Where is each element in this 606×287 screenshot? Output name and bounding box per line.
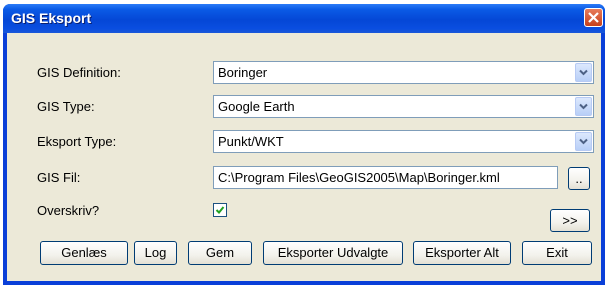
gis-definition-value: Boringer <box>218 65 268 80</box>
export-type-value: Punkt/WKT <box>218 134 284 149</box>
log-button[interactable]: Log <box>134 241 177 265</box>
gis-type-dropdown-button[interactable] <box>575 97 592 116</box>
chevron-down-icon <box>579 138 588 145</box>
gis-file-value: C:\Program Files\GeoGIS2005\Map\Boringer… <box>218 170 500 185</box>
gis-type-value: Google Earth <box>218 99 295 114</box>
browse-button[interactable]: .. <box>568 167 590 190</box>
gis-type-select[interactable]: Google Earth <box>213 95 594 118</box>
export-type-label: Eksport Type: <box>37 134 117 149</box>
check-icon <box>215 206 225 214</box>
export-selected-button[interactable]: Eksporter Udvalgte <box>263 241 403 265</box>
overwrite-checkbox[interactable] <box>213 203 227 217</box>
export-all-button[interactable]: Eksporter Alt <box>413 241 511 265</box>
export-type-select[interactable]: Punkt/WKT <box>213 130 594 153</box>
chevron-down-icon <box>579 69 588 76</box>
gis-file-input[interactable]: C:\Program Files\GeoGIS2005\Map\Boringer… <box>213 166 558 189</box>
close-button[interactable] <box>584 8 603 27</box>
gis-definition-dropdown-button[interactable] <box>575 63 592 82</box>
gis-export-window: GIS Eksport GIS Definition: Boringer GIS… <box>3 4 605 285</box>
gis-file-label: GIS Fil: <box>37 170 81 185</box>
title-bar[interactable]: GIS Eksport <box>3 4 605 33</box>
close-icon <box>588 12 599 23</box>
export-type-dropdown-button[interactable] <box>575 132 592 151</box>
exit-button[interactable]: Exit <box>522 241 592 265</box>
window-title: GIS Eksport <box>11 10 92 26</box>
chevron-down-icon <box>579 103 588 110</box>
dialog-body: GIS Definition: Boringer GIS Type: Googl… <box>7 33 601 281</box>
reload-button[interactable]: Genlæs <box>40 241 128 265</box>
gis-definition-select[interactable]: Boringer <box>213 61 594 84</box>
gis-type-label: GIS Type: <box>37 99 95 114</box>
more-button[interactable]: >> <box>550 209 590 232</box>
save-button[interactable]: Gem <box>188 241 252 265</box>
gis-definition-label: GIS Definition: <box>37 65 121 80</box>
overwrite-label: Overskriv? <box>37 203 100 218</box>
